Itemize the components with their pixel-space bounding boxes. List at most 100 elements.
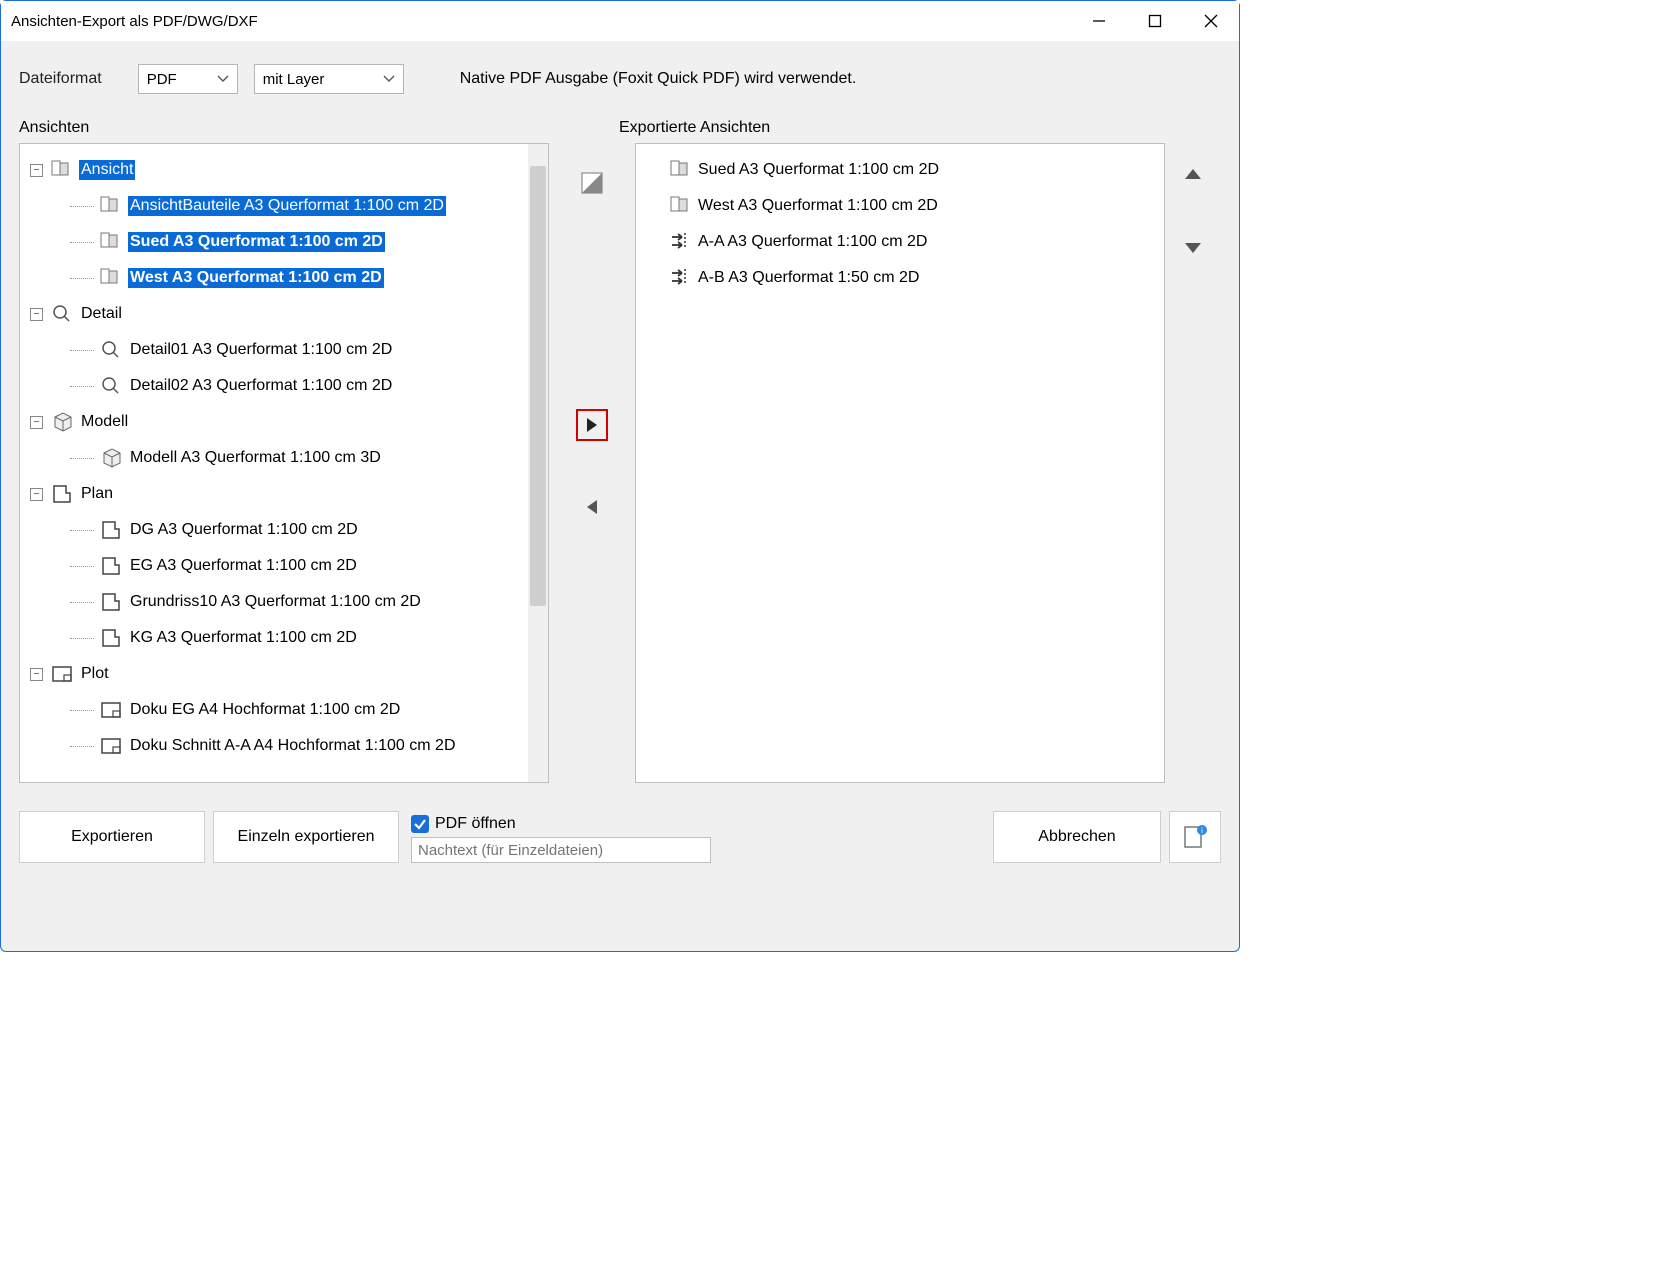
plan-icon [100, 519, 122, 541]
tree-item-label: KG A3 Querformat 1:100 cm 2D [128, 628, 359, 648]
file-format-label: Dateiformat [19, 70, 102, 88]
collapse-icon[interactable]: − [30, 668, 43, 681]
export-button-label: Exportieren [71, 828, 153, 846]
layer-option-select[interactable]: mit Layer [254, 64, 404, 94]
section-icon [670, 231, 692, 253]
tree-item-label: West A3 Querformat 1:100 cm 2D [128, 268, 384, 288]
tree-item-label: Grundriss10 A3 Querformat 1:100 cm 2D [128, 592, 423, 612]
export-button[interactable]: Exportieren [19, 811, 205, 863]
tree-item[interactable]: West A3 Querformat 1:100 cm 2D [26, 260, 544, 296]
move-up-button[interactable] [1177, 159, 1209, 191]
file-format-select[interactable]: PDF [138, 64, 238, 94]
tree-group-label: Plan [79, 484, 115, 504]
magnifier-icon [100, 375, 122, 397]
tree-item-label: Detail02 A3 Querformat 1:100 cm 2D [128, 376, 394, 396]
model-icon [100, 447, 122, 469]
tree-item[interactable]: Modell A3 Querformat 1:100 cm 3D [26, 440, 544, 476]
elevation-icon [100, 267, 122, 289]
tree-item[interactable]: KG A3 Querformat 1:100 cm 2D [26, 620, 544, 656]
plan-icon [100, 555, 122, 577]
magnifier-icon [51, 303, 73, 325]
elevation-icon [51, 159, 73, 181]
plan-icon [100, 591, 122, 613]
tree-item-label: Doku Schnitt A-A A4 Hochformat 1:100 cm … [128, 736, 458, 756]
export-single-button-label: Einzeln exportieren [238, 828, 375, 846]
tree-group-label: Ansicht [79, 160, 135, 180]
magnifier-icon [100, 339, 122, 361]
tree-item-label: AnsichtBauteile A3 Querformat 1:100 cm 2… [128, 196, 446, 216]
plot-icon [100, 699, 122, 721]
cancel-button[interactable]: Abbrechen [993, 811, 1161, 863]
tree-group-detail[interactable]: − Detail [26, 296, 544, 332]
exported-views-list[interactable]: Sued A3 Querformat 1:100 cm 2D West A3 Q… [635, 143, 1165, 783]
window-title: Ansichten-Export als PDF/DWG/DXF [11, 13, 1071, 30]
tree-item-label: Sued A3 Querformat 1:100 cm 2D [128, 232, 385, 252]
exported-item[interactable]: A-B A3 Querformat 1:50 cm 2D [670, 260, 1156, 296]
cancel-button-label: Abbrechen [1038, 828, 1115, 846]
exported-item-label: West A3 Querformat 1:100 cm 2D [698, 197, 938, 215]
open-pdf-checkbox[interactable] [411, 815, 429, 833]
tree-group-ansicht[interactable]: − Ansicht [26, 152, 544, 188]
tree-item[interactable]: Doku Schnitt A-A A4 Hochformat 1:100 cm … [26, 728, 544, 764]
exported-item-label: A-A A3 Querformat 1:100 cm 2D [698, 233, 927, 251]
add-to-export-button[interactable] [576, 409, 608, 441]
toggle-grayscale-button[interactable] [576, 167, 608, 199]
tree-group-plot[interactable]: − Plot [26, 656, 544, 692]
tree-group-plan[interactable]: − Plan [26, 476, 544, 512]
views-tree[interactable]: − Ansicht AnsichtBauteile A3 Querformat … [19, 143, 549, 783]
model-icon [51, 411, 73, 433]
chevron-down-icon [217, 73, 229, 85]
suffix-input[interactable] [411, 837, 711, 863]
maximize-button[interactable] [1127, 1, 1183, 41]
tree-item[interactable]: Detail02 A3 Querformat 1:100 cm 2D [26, 368, 544, 404]
move-down-button[interactable] [1177, 231, 1209, 263]
elevation-icon [100, 195, 122, 217]
plot-icon [100, 735, 122, 757]
views-label: Ansichten [19, 119, 619, 137]
section-icon [670, 267, 692, 289]
exported-item[interactable]: Sued A3 Querformat 1:100 cm 2D [670, 152, 1156, 188]
tree-item-label: Modell A3 Querformat 1:100 cm 3D [128, 448, 383, 468]
tree-item[interactable]: Doku EG A4 Hochformat 1:100 cm 2D [26, 692, 544, 728]
minimize-button[interactable] [1071, 1, 1127, 41]
tree-group-label: Modell [79, 412, 130, 432]
close-button[interactable] [1183, 1, 1239, 41]
exported-item[interactable]: West A3 Querformat 1:100 cm 2D [670, 188, 1156, 224]
tree-item[interactable]: EG A3 Querformat 1:100 cm 2D [26, 548, 544, 584]
export-single-button[interactable]: Einzeln exportieren [213, 811, 399, 863]
tree-group-modell[interactable]: − Modell [26, 404, 544, 440]
collapse-icon[interactable]: − [30, 308, 43, 321]
elevation-icon [670, 195, 692, 217]
tree-item-label: EG A3 Querformat 1:100 cm 2D [128, 556, 359, 576]
exported-item[interactable]: A-A A3 Querformat 1:100 cm 2D [670, 224, 1156, 260]
tree-item[interactable]: AnsichtBauteile A3 Querformat 1:100 cm 2… [26, 188, 544, 224]
remove-from-export-button[interactable] [576, 491, 608, 523]
scrollbar-thumb[interactable] [530, 166, 546, 606]
exported-item-label: Sued A3 Querformat 1:100 cm 2D [698, 161, 939, 179]
tree-item-label: DG A3 Querformat 1:100 cm 2D [128, 520, 360, 540]
tree-item[interactable]: Sued A3 Querformat 1:100 cm 2D [26, 224, 544, 260]
tree-group-label: Detail [79, 304, 124, 324]
collapse-icon[interactable]: − [30, 488, 43, 501]
collapse-icon[interactable]: − [30, 164, 43, 177]
tree-item-label: Detail01 A3 Querformat 1:100 cm 2D [128, 340, 394, 360]
native-pdf-message: Native PDF Ausgabe (Foxit Quick PDF) wir… [460, 70, 857, 88]
tree-group-label: Plot [79, 664, 111, 684]
exported-item-label: A-B A3 Querformat 1:50 cm 2D [698, 269, 919, 287]
collapse-icon[interactable]: − [30, 416, 43, 429]
file-format-value: PDF [147, 71, 177, 88]
tree-item[interactable]: Grundriss10 A3 Querformat 1:100 cm 2D [26, 584, 544, 620]
open-pdf-label: PDF öffnen [435, 815, 516, 833]
exported-views-label: Exportierte Ansichten [619, 119, 770, 137]
info-button[interactable]: i [1169, 811, 1221, 863]
plan-icon [51, 483, 73, 505]
tree-item[interactable]: DG A3 Querformat 1:100 cm 2D [26, 512, 544, 548]
tree-item-label: Doku EG A4 Hochformat 1:100 cm 2D [128, 700, 402, 720]
plot-icon [51, 663, 73, 685]
elevation-icon [670, 159, 692, 181]
tree-item[interactable]: Detail01 A3 Querformat 1:100 cm 2D [26, 332, 544, 368]
chevron-down-icon [383, 73, 395, 85]
scrollbar[interactable] [528, 144, 548, 782]
elevation-icon [100, 231, 122, 253]
title-bar: Ansichten-Export als PDF/DWG/DXF [1, 1, 1239, 41]
